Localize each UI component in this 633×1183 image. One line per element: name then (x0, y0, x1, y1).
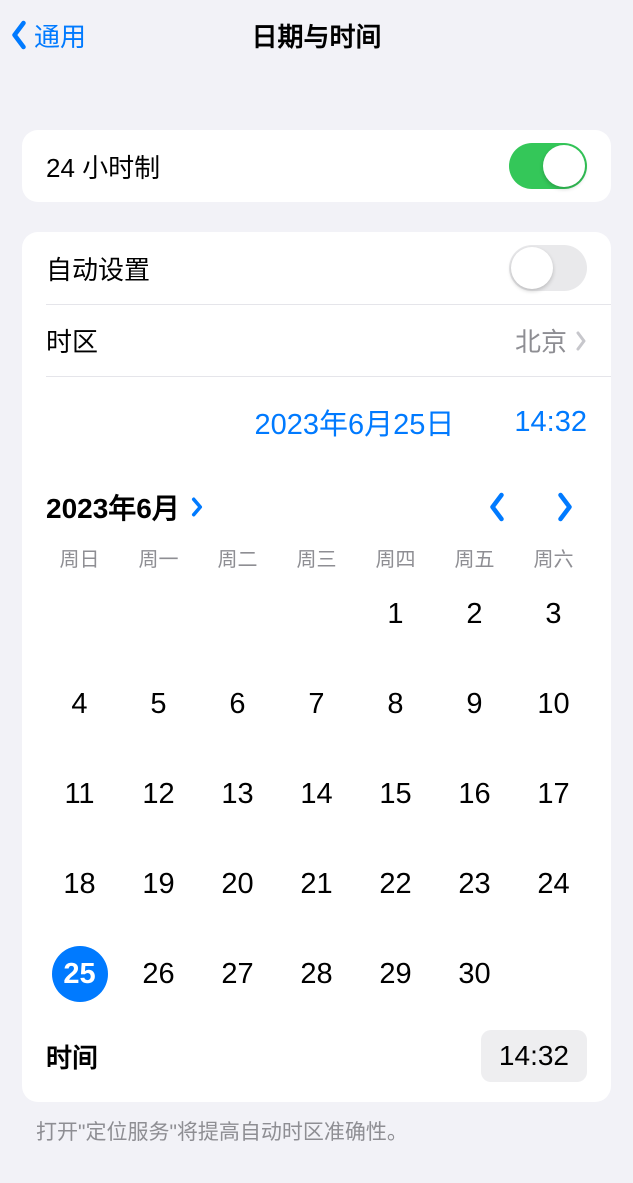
day-cell[interactable]: 17 (514, 766, 593, 822)
chevron-right-icon (575, 331, 587, 351)
prev-month-button[interactable] (487, 492, 507, 522)
day-cell[interactable]: 20 (198, 856, 277, 912)
day-cell[interactable]: 2 (435, 586, 514, 642)
timezone-value: 北京 (515, 322, 567, 359)
day-cell[interactable]: 16 (435, 766, 514, 822)
auto-set-toggle[interactable] (509, 245, 587, 291)
time-row-label: 时间 (46, 1038, 98, 1075)
day-cell[interactable]: 27 (198, 946, 277, 1002)
time-picker-button[interactable]: 14:32 (481, 1030, 587, 1082)
date-display[interactable]: 2023年6月25日 (255, 401, 455, 443)
h24-label: 24 小时制 (46, 148, 160, 185)
day-cell[interactable]: 26 (119, 946, 198, 1002)
day-cell[interactable]: 7 (277, 676, 356, 732)
day-cell[interactable]: 28 (277, 946, 356, 1002)
day-cell[interactable]: 18 (40, 856, 119, 912)
day-cell[interactable]: 30 (435, 946, 514, 1002)
day-cell[interactable]: 15 (356, 766, 435, 822)
day-cell[interactable]: 22 (356, 856, 435, 912)
page-title: 日期与时间 (251, 17, 381, 54)
weekday-header: 周二 (198, 543, 277, 572)
day-cell[interactable]: 29 (356, 946, 435, 1002)
back-button[interactable]: 通用 (10, 17, 86, 54)
day-cell-empty (40, 586, 119, 642)
day-cell[interactable]: 24 (514, 856, 593, 912)
day-cell[interactable]: 4 (40, 676, 119, 732)
day-cell[interactable]: 13 (198, 766, 277, 822)
day-cell-empty (277, 586, 356, 642)
day-cell-empty (198, 586, 277, 642)
day-cell[interactable]: 3 (514, 586, 593, 642)
day-cell[interactable]: 12 (119, 766, 198, 822)
day-cell[interactable]: 5 (119, 676, 198, 732)
h24-toggle[interactable] (509, 143, 587, 189)
timezone-row[interactable]: 时区 北京 (46, 304, 611, 376)
weekday-header: 周六 (514, 543, 593, 572)
weekday-header: 周四 (356, 543, 435, 572)
chevron-right-icon (190, 496, 204, 518)
day-cell[interactable]: 10 (514, 676, 593, 732)
weekday-header: 周三 (277, 543, 356, 572)
day-cell[interactable]: 21 (277, 856, 356, 912)
day-cell[interactable]: 1 (356, 586, 435, 642)
month-picker-button[interactable]: 2023年6月 (46, 487, 204, 527)
chevron-left-icon (10, 20, 28, 50)
month-label: 2023年6月 (46, 487, 180, 527)
timezone-label: 时区 (46, 322, 98, 359)
time-display[interactable]: 14:32 (514, 406, 587, 439)
day-cell[interactable]: 14 (277, 766, 356, 822)
back-label: 通用 (34, 17, 86, 54)
footer-note: 打开"定位服务"将提高自动时区准确性。 (0, 1102, 633, 1146)
weekday-header: 周日 (40, 543, 119, 572)
day-cell[interactable]: 11 (40, 766, 119, 822)
day-cell[interactable]: 6 (198, 676, 277, 732)
weekday-header: 周一 (119, 543, 198, 572)
day-cell[interactable]: 19 (119, 856, 198, 912)
next-month-button[interactable] (555, 492, 575, 522)
day-cell-empty (119, 586, 198, 642)
auto-set-label: 自动设置 (46, 250, 150, 287)
weekday-header: 周五 (435, 543, 514, 572)
day-cell[interactable]: 25 (52, 946, 108, 1002)
day-cell[interactable]: 8 (356, 676, 435, 732)
day-cell[interactable]: 23 (435, 856, 514, 912)
day-cell[interactable]: 9 (435, 676, 514, 732)
